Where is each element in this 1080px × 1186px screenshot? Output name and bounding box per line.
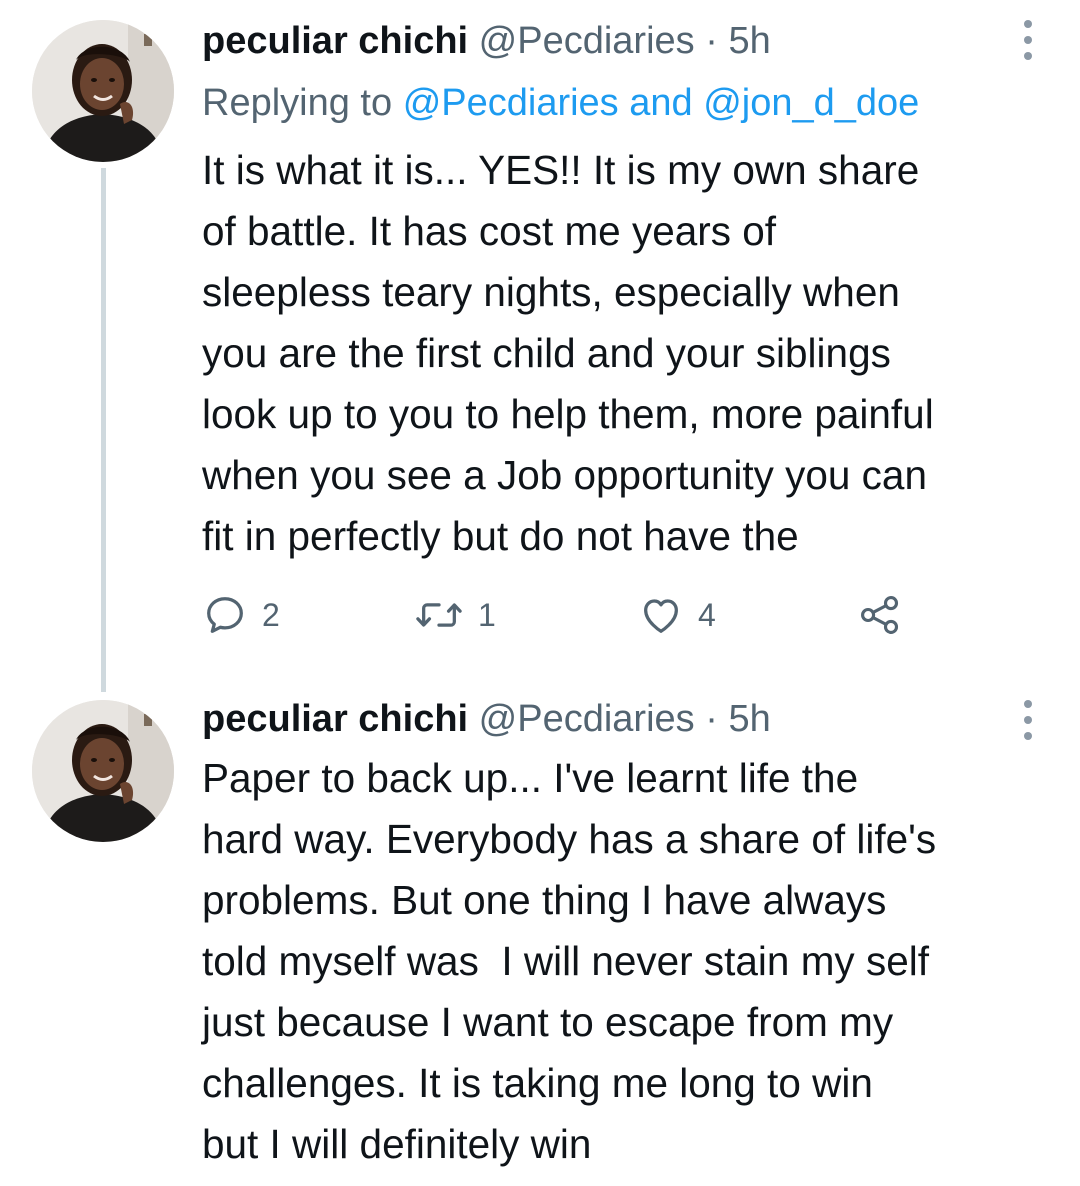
mention-link[interactable]: @jon_d_doe xyxy=(703,82,919,124)
avatar-photo xyxy=(32,700,174,842)
reply-count: 2 xyxy=(262,596,280,633)
share-icon xyxy=(861,596,899,634)
retweet-button[interactable]: 1 xyxy=(414,590,496,640)
mention-link[interactable]: @Pecdiaries xyxy=(403,82,619,124)
mention-and[interactable]: and xyxy=(629,82,692,124)
tweet-text-line: look up to you to help them, more painfu… xyxy=(202,391,934,437)
reply-bubble-icon xyxy=(207,597,243,633)
tweet-text-line: you are the first child and your sibling… xyxy=(202,330,891,376)
tweet-text-line: hard way. Everybody has a share of life'… xyxy=(202,816,937,862)
more-vertical-icon[interactable] xyxy=(1020,20,1036,60)
timestamp[interactable]: 5h xyxy=(728,698,770,740)
author-name[interactable]: peculiar chichi xyxy=(202,698,468,740)
tweet-text: Paper to back up... I've learnt life the… xyxy=(202,748,1062,1175)
tweet-action-bar: 2 1 4 xyxy=(202,590,922,640)
tweet-text-line: when you see a Job opportunity you can xyxy=(202,452,927,498)
header-separator: · xyxy=(705,698,718,740)
retweet-count: 1 xyxy=(478,596,496,633)
header-separator: · xyxy=(705,20,718,62)
tweet-text-line: sleepless teary nights, especially when xyxy=(202,269,900,315)
tweet-header: peculiar chichi @Pecdiaries · 5h xyxy=(202,18,771,64)
timestamp[interactable]: 5h xyxy=(728,20,770,62)
thread-connector-line xyxy=(101,168,106,692)
reply-button[interactable]: 2 xyxy=(202,590,280,640)
tweet-text-line: but I will definitely win xyxy=(202,1121,592,1167)
like-button[interactable]: 4 xyxy=(638,590,716,640)
avatar-photo xyxy=(32,20,174,162)
tweet-text-line: challenges. It is taking me long to win xyxy=(202,1060,873,1106)
tweet-text-line: It is what it is... YES!! It is my own s… xyxy=(202,147,920,193)
author-handle[interactable]: @Pecdiaries xyxy=(479,698,695,740)
author-name[interactable]: peculiar chichi xyxy=(202,20,468,62)
replying-to-line: Replying to @Pecdiaries and @jon_d_doe xyxy=(202,80,919,126)
tweet-text-line: problems. But one thing I have always xyxy=(202,877,887,923)
avatar[interactable] xyxy=(32,700,174,842)
retweet-icon xyxy=(416,603,462,627)
heart-icon xyxy=(644,599,678,633)
tweet-text: It is what it is... YES!! It is my own s… xyxy=(202,140,1062,567)
tweet-text-line: fit in perfectly but do not have the xyxy=(202,513,799,559)
tweet-header: peculiar chichi @Pecdiaries · 5h xyxy=(202,696,771,742)
share-button[interactable] xyxy=(858,590,902,640)
like-count: 4 xyxy=(698,596,716,633)
more-vertical-icon[interactable] xyxy=(1020,700,1036,740)
tweet-text-line: just because I want to escape from my xyxy=(202,999,894,1045)
tweet-text-line: Paper to back up... I've learnt life the xyxy=(202,755,859,801)
replying-to-label: Replying to xyxy=(202,82,393,124)
tweet-text-line: of battle. It has cost me years of xyxy=(202,208,777,254)
tweet-text-line: told myself was I will never stain my se… xyxy=(202,938,929,984)
author-handle[interactable]: @Pecdiaries xyxy=(479,20,695,62)
avatar[interactable] xyxy=(32,20,174,162)
